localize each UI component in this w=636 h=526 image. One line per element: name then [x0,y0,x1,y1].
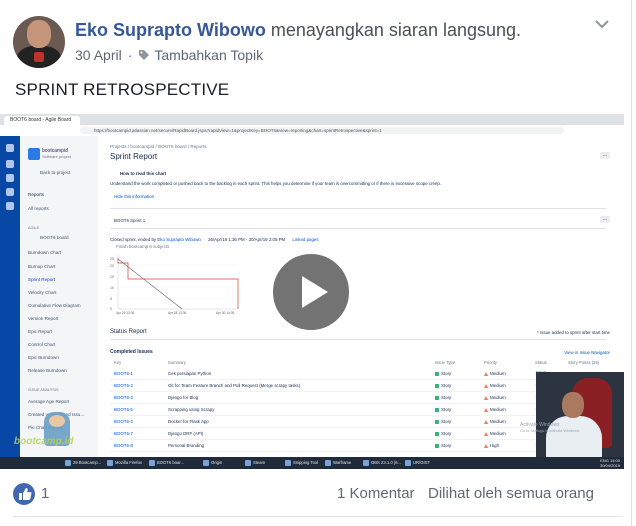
hide-info-link: Hide this information [114,194,155,199]
chart-x-tick: Apr 26 13:36 [116,311,134,315]
project-type: Software project [42,154,71,159]
board-name: BOOT6 board [40,235,69,240]
card-border [631,0,632,526]
post-header: Eko Suprapto Wibowo menayangkan siaran l… [75,20,521,41]
overlay-text: bootcamp.id [14,436,74,447]
burndown-chart: 25 20 15 10 5 0 Apr 26 13:36 Apr 28 13:3… [110,255,239,315]
project-icon [28,148,40,160]
live-post: Eko Suprapto Wibowo menayangkan siaran l… [0,0,636,526]
chart-y-tick: 0 [110,307,112,311]
live-video-player[interactable]: BOOT6 board - Agile Board https://bootca… [0,114,624,469]
like-icon[interactable] [13,483,35,505]
windows-taskbar: 29 Bootcamp... Mozilla Firefox BOOT6 boa… [0,457,624,469]
author-avatar[interactable] [13,16,65,68]
table-row: BOOT6-5 Scrapping using Scrapy Story Medi… [110,404,606,416]
windows-watermark: Activate Windows [520,422,560,428]
post-meta: 30 April · Tambahkan Topik [75,47,263,63]
chart-x-tick: Apr 28 13:36 [168,311,186,315]
table-row: BOOT6-1 Cek persiapan Python Story Medium… [110,368,606,380]
breadcrumb: Projects / bootcampid / BOOT6 board / Re… [110,144,207,149]
chart-y-tick: 20 [110,264,114,268]
overlay-logo: bootcamp.id [8,412,104,448]
chart-y-tick: 25 [110,257,114,261]
windows-watermark-sub: Go to Settings to activate Windows. [520,429,580,433]
how-to-heading: How to read this chart [120,171,167,176]
sprint-goal: Finish bootcamp 6 subjects [116,244,170,249]
sidebar-item: Velocity Chart [28,290,57,295]
sidebar-item: Cumulative Flow Diagram [28,303,81,308]
add-topic-link[interactable]: Tambahkan Topik [154,47,263,63]
browser-tab: BOOT6 board - Agile Board [4,116,80,125]
comment-count[interactable]: 1 Komentar [337,485,415,502]
post-footer: 1 1 Komentar Dilihat oleh semua orang [0,480,636,506]
table-header: Key Summary Issue Type Priority Status S… [114,360,600,365]
chart-y-tick: 5 [110,297,112,301]
all-reports: All reports [28,206,49,211]
chart-x-tick: Apr 30 14:05 [216,311,234,315]
meta-separator: · [127,47,133,63]
jira-global-nav [0,136,20,457]
post-action: menayangkan siaran langsung. [270,20,522,40]
closed-by: Eko Suprapto Wibowo [157,237,201,242]
closed-text: Closed sprint, ended by [110,237,157,242]
footer-divider [13,516,623,517]
how-to-desc: Understand the work completed or pushed … [110,181,442,186]
post-date[interactable]: 30 April [75,47,122,63]
author-name[interactable]: Eko Suprapto Wibowo [75,20,266,40]
view-info: Dilihat oleh semua orang [428,485,594,502]
browser-tab-bar: BOOT6 board - Agile Board [0,114,624,125]
sidebar-item: Sprint Report [28,277,56,282]
chart-y-tick: 10 [110,286,114,290]
added-note: * Issue added to sprint after start time [537,330,610,335]
chart-y-tick: 15 [110,275,114,279]
sidebar-item: Burndown Chart [28,250,62,255]
jira-sidebar: bootcampid Software project Back to proj… [20,136,98,457]
table-row: BOOT6-8Personal Branding Story High DONE [110,440,606,452]
table-row: BOOT6-3Django for Blog Story Medium DONE [110,392,606,404]
sprint-select: BOOT6 Sprint 1 [114,218,146,223]
webcam-overlay [536,372,624,457]
tag-icon [139,50,150,60]
sidebar-item: Version Report [28,316,59,321]
sidebar-item: Control Chart [28,342,56,347]
sidebar-item: Epic Report [28,329,53,334]
sidebar-item: Burnup Chart [28,264,56,269]
agile-section: AGILE [28,226,40,230]
issue-section: ISSUE ANALYSIS [28,388,59,392]
post-title: SPRINT RETROSPECTIVE [15,80,230,99]
taskbar-clock: ENG 14:00 30/04/2019 [599,458,620,468]
report-heading: Sprint Report [110,152,158,161]
more-icon: … [600,152,610,159]
sidebar-item: Release Burndown [28,368,67,373]
view-in-navigator: View in Issue Navigator [564,350,610,355]
browser-url: https://bootcampid.atlassian.net/secure/… [80,127,564,134]
completed-heading: Completed Issues [110,349,153,355]
back-to-project: Back to project [40,170,71,175]
sidebar-item: Epic Burndown [28,355,59,360]
table-row: BOOT6-2 Git for Team Feature Branch and P… [110,380,606,392]
sprint-dates: 26/Apr/19 1:36 PM - 30/Apr/19 2:05 PM [208,237,286,242]
sidebar-item: Average Age Report [28,399,70,404]
chevron-down-icon[interactable] [594,18,610,30]
play-icon[interactable] [266,250,356,334]
linked-pages: Linked pages [292,237,319,242]
sprint-more-icon: … [600,216,610,223]
reports-heading: Reports [28,192,45,197]
like-count[interactable]: 1 [41,485,49,502]
status-heading: Status Report [110,329,147,335]
